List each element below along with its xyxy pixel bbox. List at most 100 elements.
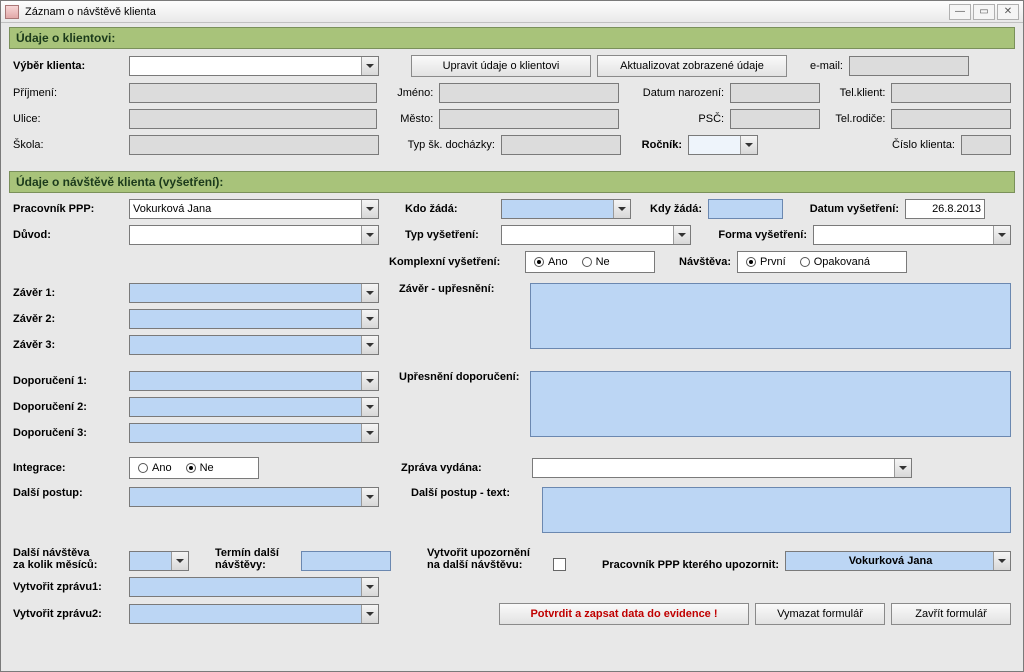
email-field bbox=[849, 56, 969, 76]
skola-label: Škola: bbox=[13, 139, 123, 151]
doporuceni3-label: Doporučení 3: bbox=[13, 427, 123, 439]
chevron-down-icon bbox=[894, 459, 911, 477]
window-frame: Záznam o návštěvě klienta — ▭ ✕ Údaje o … bbox=[0, 0, 1024, 672]
chevron-down-icon bbox=[361, 57, 378, 75]
datum-narozeni-field bbox=[730, 83, 820, 103]
dalsi-postup-label: Další postup: bbox=[13, 487, 123, 499]
dalsi-navsteva-combo[interactable] bbox=[129, 551, 189, 571]
navsteva-opakovana-radio[interactable]: Opakovaná bbox=[800, 256, 870, 268]
komplex-label: Komplexní vyšetření: bbox=[389, 256, 519, 268]
vytvorit-zpravu1-combo[interactable] bbox=[129, 577, 379, 597]
integrace-label: Integrace: bbox=[13, 462, 123, 474]
chevron-down-icon bbox=[361, 605, 378, 623]
cislo-klienta-label: Číslo klienta: bbox=[892, 139, 955, 151]
zaver3-combo[interactable] bbox=[129, 335, 379, 355]
kdo-zada-label: Kdo žádá: bbox=[405, 203, 495, 215]
titlebar: Záznam o návštěvě klienta — ▭ ✕ bbox=[1, 1, 1023, 23]
vytvorit-zpravu2-combo[interactable] bbox=[129, 604, 379, 624]
zavrit-button[interactable]: Zavřít formulář bbox=[891, 603, 1011, 625]
mesto-field bbox=[439, 109, 618, 129]
doporuceni2-combo[interactable] bbox=[129, 397, 379, 417]
chevron-down-icon bbox=[361, 284, 378, 302]
chevron-down-icon bbox=[361, 578, 378, 596]
email-label: e-mail: bbox=[793, 60, 843, 72]
kdy-zada-label: Kdy žádá: bbox=[637, 203, 702, 215]
navsteva-prvni-radio[interactable]: První bbox=[746, 256, 786, 268]
vyber-klienta-combo[interactable] bbox=[129, 56, 379, 76]
kdo-zada-combo[interactable] bbox=[501, 199, 631, 219]
doporuceni1-combo[interactable] bbox=[129, 371, 379, 391]
maximize-button[interactable]: ▭ bbox=[973, 4, 995, 20]
app-icon bbox=[5, 5, 19, 19]
forma-vysetreni-combo[interactable] bbox=[813, 225, 1011, 245]
aktualizovat-button[interactable]: Aktualizovat zobrazené údaje bbox=[597, 55, 787, 77]
ulice-label: Ulice: bbox=[13, 113, 123, 125]
integrace-ano-radio[interactable]: Ano bbox=[138, 462, 172, 474]
doporuceni2-label: Doporučení 2: bbox=[13, 401, 123, 413]
chevron-down-icon bbox=[361, 424, 378, 442]
datum-vysetreni-input[interactable] bbox=[905, 199, 985, 219]
vymazat-button[interactable]: Vymazat formulář bbox=[755, 603, 885, 625]
rocnik-label: Ročník: bbox=[627, 139, 682, 151]
vytvorit-zpravu1-label: Vytvořit zprávu1: bbox=[13, 581, 123, 593]
dalsi-postup-textarea[interactable] bbox=[542, 487, 1011, 533]
upozorneni-checkbox[interactable] bbox=[553, 558, 566, 571]
tel-rodice-field bbox=[891, 109, 1011, 129]
komplex-ne-radio[interactable]: Ne bbox=[582, 256, 610, 268]
potvrdit-button[interactable]: Potvrdit a zapsat data do evidence ! bbox=[499, 603, 749, 625]
zaver2-combo[interactable] bbox=[129, 309, 379, 329]
duvod-label: Důvod: bbox=[13, 229, 123, 241]
zaver-upresneni-label: Závěr - upřesnění: bbox=[399, 283, 524, 295]
skola-field bbox=[129, 135, 379, 155]
chevron-down-icon bbox=[673, 226, 690, 244]
ulice-field bbox=[129, 109, 378, 129]
duvod-combo[interactable] bbox=[129, 225, 379, 245]
tel-klient-label: Tel.klient: bbox=[826, 87, 886, 99]
termin-input[interactable] bbox=[301, 551, 391, 571]
upozorneni-label1: Vytvořit upozornění bbox=[427, 547, 547, 559]
section-visit-header: Údaje o návštěvě klienta (vyšetření): bbox=[9, 171, 1015, 193]
typ-sk-label: Typ šk. docházky: bbox=[385, 139, 495, 151]
chevron-down-icon bbox=[361, 310, 378, 328]
integrace-ne-radio[interactable]: Ne bbox=[186, 462, 214, 474]
dalsi-navsteva-label1: Další návštěva bbox=[13, 547, 123, 559]
doporuceni3-combo[interactable] bbox=[129, 423, 379, 443]
client-form: Výběr klienta: Upravit údaje o klientovi… bbox=[9, 49, 1015, 171]
close-button[interactable]: ✕ bbox=[997, 4, 1019, 20]
psc-label: PSČ: bbox=[625, 113, 725, 125]
minimize-button[interactable]: — bbox=[949, 4, 971, 20]
pracovnik-combo[interactable]: Vokurková Jana bbox=[129, 199, 379, 219]
upresneni-doporuceni-textarea[interactable] bbox=[530, 371, 1011, 437]
zaver2-label: Závěr 2: bbox=[13, 313, 123, 325]
ppp-upozornit-label: Pracovník PPP kterého upozornit: bbox=[602, 559, 779, 571]
typ-vysetreni-label: Typ vyšetření: bbox=[405, 229, 495, 241]
upozorneni-label2: na další návštěvu: bbox=[427, 559, 547, 571]
forma-vysetreni-label: Forma vyšetření: bbox=[697, 229, 807, 241]
zprava-vydana-combo[interactable] bbox=[532, 458, 912, 478]
dalsi-postup-text-label: Další postup - text: bbox=[411, 487, 536, 499]
zaver3-label: Závěr 3: bbox=[13, 339, 123, 351]
visit-form: Pracovník PPP: Vokurková Jana Kdo žádá: … bbox=[9, 193, 1015, 641]
rocnik-combo[interactable] bbox=[688, 135, 758, 155]
datum-vysetreni-label: Datum vyšetření: bbox=[789, 203, 899, 215]
kdy-zada-input[interactable] bbox=[708, 199, 783, 219]
termin-label1: Termín další bbox=[215, 547, 295, 559]
ppp-upozornit-combo[interactable]: Vokurková Jana bbox=[785, 551, 1011, 571]
dalsi-postup-combo[interactable] bbox=[129, 487, 379, 507]
cislo-klienta-field bbox=[961, 135, 1011, 155]
prijmeni-label: Příjmení: bbox=[13, 87, 123, 99]
chevron-down-icon bbox=[361, 398, 378, 416]
jmeno-label: Jméno: bbox=[383, 87, 433, 99]
zaver1-combo[interactable] bbox=[129, 283, 379, 303]
chevron-down-icon bbox=[361, 200, 378, 218]
termin-label2: návštěvy: bbox=[215, 559, 295, 571]
komplex-ano-radio[interactable]: Ano bbox=[534, 256, 568, 268]
upravit-udaje-button[interactable]: Upravit údaje o klientovi bbox=[411, 55, 591, 77]
tel-klient-field bbox=[891, 83, 1011, 103]
integrace-radio-group: Ano Ne bbox=[129, 457, 259, 479]
typ-vysetreni-combo[interactable] bbox=[501, 225, 691, 245]
mesto-label: Město: bbox=[383, 113, 433, 125]
zaver-upresneni-textarea[interactable] bbox=[530, 283, 1011, 349]
zprava-vydana-label: Zpráva vydána: bbox=[401, 462, 526, 474]
prijmeni-field bbox=[129, 83, 378, 103]
